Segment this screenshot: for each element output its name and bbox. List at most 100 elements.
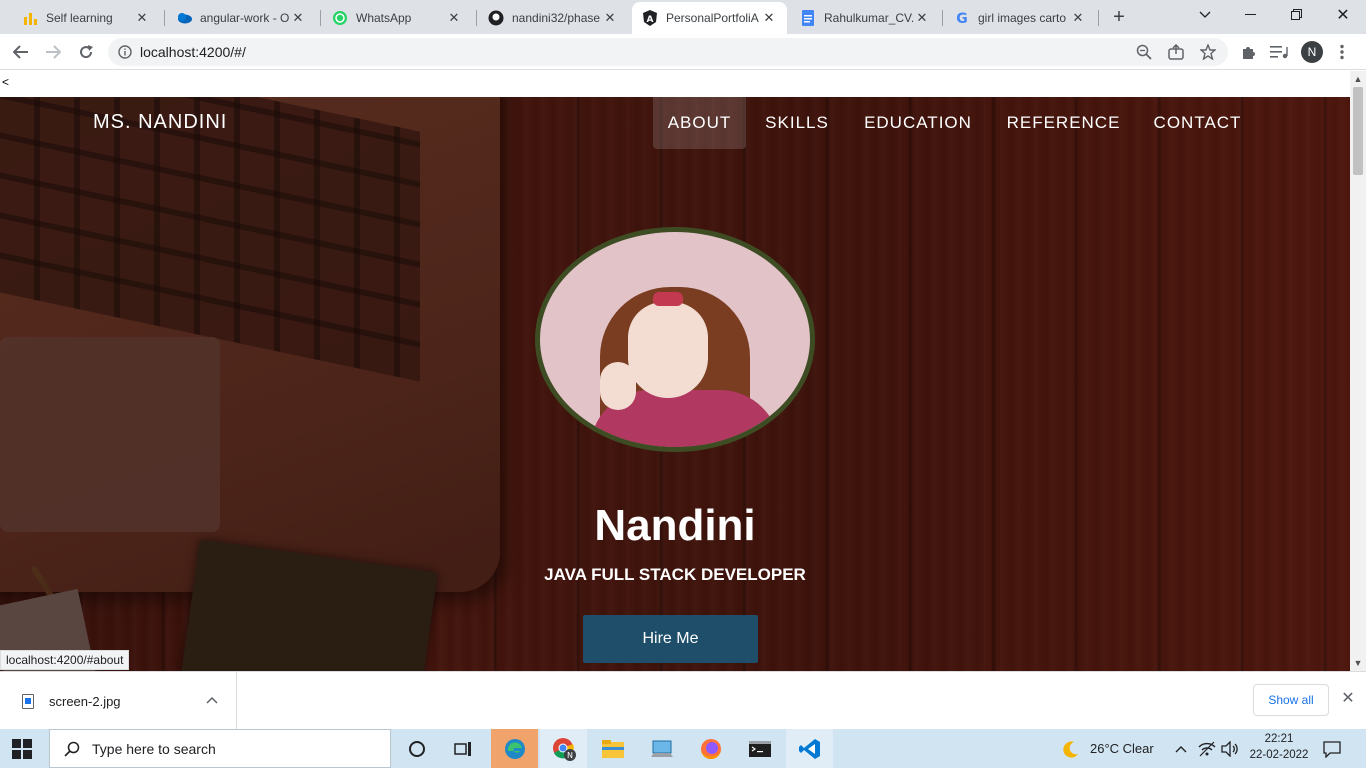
tab-girl-images[interactable]: G girl images carto ✕ <box>944 2 1096 34</box>
search-placeholder: Type here to search <box>92 740 216 757</box>
download-item[interactable]: screen-2.jpg <box>0 672 237 730</box>
face-shape <box>628 302 708 398</box>
profile-avatar[interactable]: N <box>1301 41 1323 63</box>
brand-logo[interactable]: MS. NANDINI <box>93 111 227 134</box>
close-icon[interactable]: ✕ <box>761 10 777 26</box>
back-arrow-icon[interactable] <box>9 40 33 64</box>
address-bar[interactable]: localhost:4200/#/ <box>108 38 1228 66</box>
taskbar-clock[interactable]: 22:21 22-02-2022 <box>1248 731 1310 763</box>
tab-divider <box>164 10 165 26</box>
edge-icon[interactable] <box>491 729 538 768</box>
task-view-icon[interactable] <box>440 729 487 768</box>
notifications-icon[interactable] <box>1322 729 1342 768</box>
tab-title: Self learning <box>46 11 113 25</box>
tab-angular-work[interactable]: angular-work - O ✕ <box>166 2 316 34</box>
moon-icon <box>1062 740 1080 758</box>
info-icon[interactable] <box>118 45 132 59</box>
new-tab-button[interactable]: + <box>1108 6 1130 28</box>
window-close-icon[interactable]: ✕ <box>1320 0 1366 30</box>
windows-start-icon[interactable] <box>12 739 32 759</box>
scrollbar-thumb[interactable] <box>1353 87 1363 175</box>
close-icon[interactable]: ✕ <box>134 10 150 26</box>
firefox-icon[interactable] <box>687 729 734 768</box>
tab-whatsapp[interactable]: WhatsApp ✕ <box>322 2 472 34</box>
hire-me-button[interactable]: Hire Me <box>583 615 758 663</box>
tab-divider <box>476 10 477 26</box>
tab-title: nandini32/phase <box>512 11 601 25</box>
extensions-icon[interactable] <box>1236 40 1260 64</box>
tab-personal-portfolio[interactable]: A PersonalPortfoliA ✕ <box>632 2 787 34</box>
svg-text:A: A <box>647 15 654 25</box>
close-download-bar-icon[interactable]: ✕ <box>1339 690 1357 708</box>
svg-text:N: N <box>567 751 573 760</box>
weather-text: 26°C Clear <box>1090 741 1154 756</box>
tab-title: PersonalPortfoliA <box>666 11 759 25</box>
close-icon[interactable]: ✕ <box>446 10 462 26</box>
bow-shape <box>653 292 683 306</box>
taskbar-search[interactable]: Type here to search <box>49 729 391 768</box>
download-filename[interactable]: screen-2.jpg <box>49 694 206 709</box>
share-icon[interactable] <box>1164 40 1188 64</box>
this-pc-icon[interactable] <box>638 729 685 768</box>
hand-shape <box>600 362 636 410</box>
scroll-down-arrow-icon[interactable]: ▼ <box>1350 655 1366 671</box>
weather-widget[interactable]: 26°C Clear <box>1062 729 1154 768</box>
nav-contact[interactable]: CONTACT <box>1140 97 1255 149</box>
close-icon[interactable]: ✕ <box>290 10 306 26</box>
status-bubble: localhost:4200/#about <box>0 650 130 670</box>
search-icon <box>64 741 80 757</box>
reload-icon[interactable] <box>74 40 98 64</box>
google-icon: G <box>954 10 970 26</box>
close-icon[interactable]: ✕ <box>1070 10 1086 26</box>
hero-role: JAVA FULL STACK DEVELOPER <box>544 565 806 584</box>
docs-icon <box>800 10 816 26</box>
show-all-button[interactable]: Show all <box>1253 684 1329 716</box>
more-menu-icon[interactable] <box>1330 40 1354 64</box>
profile-photo <box>535 227 815 452</box>
yellow-bars-icon <box>22 10 38 26</box>
volume-icon[interactable] <box>1221 729 1239 768</box>
tab-divider <box>942 10 943 26</box>
image-file-icon <box>22 693 34 709</box>
zoom-icon[interactable] <box>1132 40 1156 64</box>
tab-title: WhatsApp <box>356 11 412 25</box>
vscode-icon[interactable] <box>786 729 833 768</box>
forward-arrow-icon[interactable] <box>41 40 65 64</box>
tab-search-icon[interactable] <box>1182 0 1228 30</box>
tab-divider <box>320 10 321 26</box>
url-text[interactable]: localhost:4200/#/ <box>140 44 246 60</box>
clock-time: 22:21 <box>1264 733 1294 745</box>
svg-text:G: G <box>956 11 968 26</box>
reading-list-icon[interactable] <box>1267 40 1291 64</box>
tab-rahulkumar-cv[interactable]: Rahulkumar_CV.d ✕ <box>790 2 940 34</box>
tab-strip: Self learning ✕ angular-work - O ✕ Whats… <box>0 0 1366 34</box>
close-icon[interactable]: ✕ <box>914 10 930 26</box>
whatsapp-icon <box>332 10 348 26</box>
web-page: < MS. NANDINI ABOUT SKILLS EDUCATION REF… <box>0 71 1350 671</box>
nav-reference[interactable]: REFERENCE <box>994 97 1133 149</box>
file-explorer-icon[interactable] <box>589 729 636 768</box>
nav-education[interactable]: EDUCATION <box>849 97 987 149</box>
chrome-icon[interactable]: N <box>540 729 587 768</box>
network-icon[interactable] <box>1198 729 1216 768</box>
page-scrollbar[interactable]: ▲ ▼ <box>1350 71 1366 671</box>
nav-about[interactable]: ABOUT <box>653 97 746 149</box>
terminal-icon[interactable] <box>736 729 783 768</box>
star-icon[interactable] <box>1196 40 1220 64</box>
minimize-icon[interactable] <box>1228 0 1274 30</box>
tab-self-learning[interactable]: Self learning ✕ <box>12 2 160 34</box>
cortana-icon[interactable] <box>393 729 440 768</box>
close-icon[interactable]: ✕ <box>602 10 618 26</box>
angular-icon: A <box>642 10 658 26</box>
hero-section: MS. NANDINI ABOUT SKILLS EDUCATION REFER… <box>0 97 1350 671</box>
tab-title: angular-work - O <box>200 11 290 25</box>
tab-github[interactable]: nandini32/phase ✕ <box>478 2 628 34</box>
restore-icon[interactable] <box>1274 0 1320 30</box>
scroll-up-arrow-icon[interactable]: ▲ <box>1350 71 1366 87</box>
chevron-up-icon[interactable] <box>206 695 218 707</box>
clock-date: 22-02-2022 <box>1249 749 1309 761</box>
nav-skills[interactable]: SKILLS <box>752 97 842 149</box>
chevron-up-icon[interactable] <box>1175 729 1187 768</box>
tab-divider <box>1098 10 1099 26</box>
cloud-icon <box>176 10 192 26</box>
